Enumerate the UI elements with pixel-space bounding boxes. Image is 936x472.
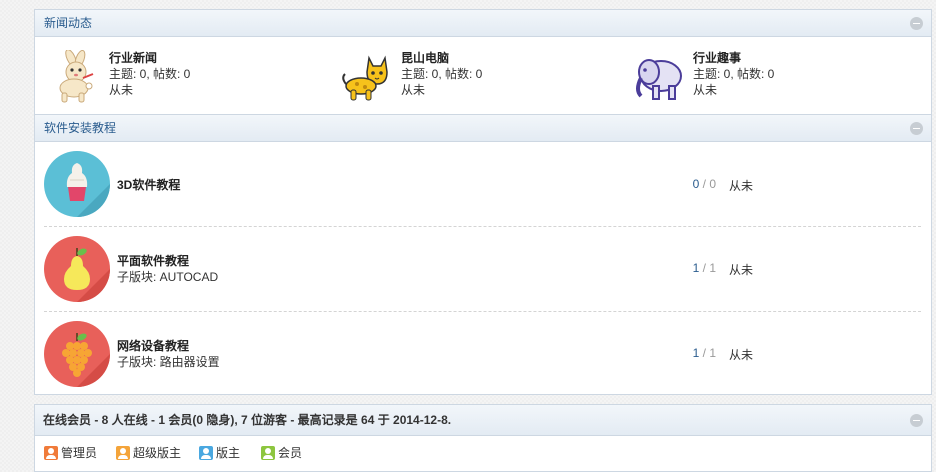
icecream-icon[interactable] xyxy=(44,151,110,217)
user-icon xyxy=(199,446,213,460)
forum-name[interactable]: 行业趣事 xyxy=(693,50,774,66)
forum-counts: 1 / 1 xyxy=(693,346,716,360)
collapse-icon[interactable] xyxy=(910,17,923,30)
count-separator: / xyxy=(699,261,710,275)
forum-item-text: 行业趣事 主题: 0, 帖数: 0 从未 xyxy=(693,50,774,98)
user-icon xyxy=(261,446,275,460)
forum-item-text: 行业新闻 主题: 0, 帖数: 0 从未 xyxy=(109,50,190,98)
subforum-list[interactable]: 子版块: 路由器设置 xyxy=(117,354,220,370)
forum-last-post: 从未 xyxy=(728,263,753,277)
online-panel: 在线会员 - 8 人在线 - 1 会员(0 隐身), 7 位游客 - 最高记录是… xyxy=(34,404,932,472)
user-icon xyxy=(44,446,58,460)
subforum-list[interactable]: 子版块: AUTOCAD xyxy=(117,269,218,285)
forum-name[interactable]: 3D软件教程 xyxy=(117,177,180,193)
forum-item-text: 昆山电脑 主题: 0, 帖数: 0 从未 xyxy=(401,50,482,98)
legend-member: 会员 xyxy=(261,446,302,460)
forum-text: 3D软件教程 xyxy=(117,177,180,193)
legend-label: 超级版主 xyxy=(133,446,182,460)
legend-moderator: 版主 xyxy=(199,446,240,460)
forum-stats: 主题: 0, 帖数: 0 xyxy=(693,67,775,81)
news-panel: 新闻动态 行业新闻 主题: 0, 帖数: 0 从未 昆山电脑 主题: 0, 帖数… xyxy=(34,9,932,115)
forum-last-post: 从未 xyxy=(693,83,718,97)
forum-row-3d[interactable]: 3D软件教程 0 / 0 从未 xyxy=(44,142,921,227)
forum-name[interactable]: 行业新闻 xyxy=(109,50,190,66)
online-panel-header: 在线会员 - 8 人在线 - 1 会员(0 隐身), 7 位游客 - 最高记录是… xyxy=(35,405,931,436)
news-panel-title[interactable]: 新闻动态 xyxy=(44,16,92,30)
count-separator: / xyxy=(699,177,710,191)
post-count: 1 xyxy=(709,261,716,275)
collapse-icon[interactable] xyxy=(910,122,923,135)
forum-row-graphic[interactable]: 平面软件教程 子版块: AUTOCAD 1 / 1 从未 xyxy=(44,227,921,312)
legend-label: 版主 xyxy=(216,446,241,460)
grapes-icon[interactable] xyxy=(44,321,110,387)
post-count: 1 xyxy=(709,346,716,360)
forum-stats: 主题: 0, 帖数: 0 xyxy=(109,67,191,81)
forum-counts: 1 / 1 xyxy=(693,261,716,275)
online-summary[interactable]: 在线会员 - 8 人在线 - 1 会员(0 隐身), 7 位游客 - 最高记录是… xyxy=(43,413,451,427)
pear-icon[interactable] xyxy=(44,236,110,302)
forum-row-network[interactable]: 网络设备教程 子版块: 路由器设置 1 / 1 从未 xyxy=(44,312,921,396)
software-panel: 软件安装教程 3D软件教程 0 / 0 从未 平面软件教程 子版块: AUTOC… xyxy=(34,115,932,395)
software-panel-title[interactable]: 软件安装教程 xyxy=(44,121,116,135)
forum-name[interactable]: 平面软件教程 xyxy=(117,253,218,269)
forum-last-post: 从未 xyxy=(728,348,753,362)
forum-last-post: 从未 xyxy=(401,83,426,97)
forum-text: 网络设备教程 子版块: 路由器设置 xyxy=(117,338,220,370)
member-legend: 管理员 超级版主 版主 会员 xyxy=(35,436,931,466)
legend-label: 会员 xyxy=(278,446,303,460)
post-count: 0 xyxy=(709,177,716,191)
software-panel-header: 软件安装教程 xyxy=(35,115,931,142)
legend-super-moderator: 超级版主 xyxy=(116,446,181,460)
legend-admin: 管理员 xyxy=(44,446,97,460)
forum-last-post: 从未 xyxy=(728,179,753,193)
forum-counts: 0 / 0 xyxy=(693,177,716,191)
forum-stats: 主题: 0, 帖数: 0 xyxy=(401,67,483,81)
news-forum-list: 行业新闻 主题: 0, 帖数: 0 从未 昆山电脑 主题: 0, 帖数: 0 从… xyxy=(35,37,931,115)
forum-name[interactable]: 昆山电脑 xyxy=(401,50,482,66)
count-separator: / xyxy=(699,346,710,360)
legend-label: 管理员 xyxy=(61,446,98,460)
forum-text: 平面软件教程 子版块: AUTOCAD xyxy=(117,253,218,285)
forum-last-post: 从未 xyxy=(109,83,134,97)
cat-icon[interactable] xyxy=(341,50,395,104)
forum-name[interactable]: 网络设备教程 xyxy=(117,338,220,354)
collapse-icon[interactable] xyxy=(910,414,923,427)
elephant-icon[interactable] xyxy=(633,50,687,104)
rabbit-icon[interactable] xyxy=(49,49,103,104)
user-icon xyxy=(116,446,130,460)
news-panel-header: 新闻动态 xyxy=(35,10,931,37)
